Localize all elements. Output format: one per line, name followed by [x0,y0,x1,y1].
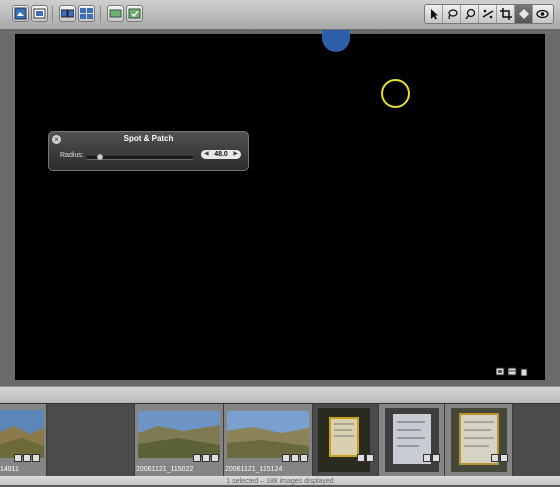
trash-badge-icon [520,368,528,376]
thumbnail-caption: 20061121_115022 [136,466,194,473]
view-button[interactable] [12,5,29,22]
loupe-icon [128,8,141,19]
filmstrip-gap [513,404,560,476]
crop-icon [500,8,512,20]
thumbnail[interactable] [227,411,309,458]
radius-value-field[interactable]: ◀ 48.0 ▶ [201,150,241,159]
slider-knob[interactable] [97,154,103,160]
select-tool[interactable] [425,5,443,23]
crop-tool[interactable] [497,5,515,23]
adjustments-badge-icon [496,367,505,376]
filmstrip[interactable]: 14911 20061121_115022 20061121_115124 [0,403,560,477]
thumbnail-caption: 14911 [0,466,19,473]
lasso-tool[interactable] [443,5,461,23]
radius-value: 48.0 [214,151,228,158]
filmstrip-cell[interactable]: 20061121_115022 [135,404,224,476]
thumbnail[interactable] [0,410,44,458]
thumbnail-caption: 20061121_115124 [225,466,283,473]
filmstrip-icon [109,9,122,18]
version-badge-icon [508,367,517,376]
eye-tool[interactable] [533,5,553,23]
fullscreen-icon [33,8,46,19]
fullscreen-button[interactable] [31,5,48,22]
image-viewer[interactable]: × Spot & Patch Radius: ◀ 48.0 ▶ [15,30,545,380]
straighten-tool[interactable] [479,5,497,23]
multi-view-button[interactable] [78,5,95,22]
eye-icon [536,9,549,19]
tool-palette [424,4,554,24]
patch-tool[interactable] [461,5,479,23]
decrement-arrow-icon[interactable]: ◀ [204,150,209,159]
viewer-badges [496,367,529,376]
filmstrip-button[interactable] [107,5,124,22]
patch-icon [465,8,476,20]
main-toolbar [0,0,560,30]
view-icon [14,7,27,20]
filmstrip-cell[interactable]: 20061121_115124 [224,404,313,476]
select-arrow-icon [431,9,438,20]
radius-label: Radius: [60,152,84,159]
stamp-tool[interactable] [515,5,533,23]
radius-slider[interactable] [87,154,193,160]
filmstrip-gap [47,404,135,476]
loupe-button[interactable] [126,5,143,22]
split-view-icon [61,9,74,18]
spot-patch-panel: × Spot & Patch Radius: ◀ 48.0 ▶ [48,131,249,171]
filmstrip-cell[interactable]: 14911 [0,404,47,476]
filmstrip-cell[interactable] [445,404,513,476]
thumbnail[interactable] [138,411,220,458]
viewer-filmstrip-divider[interactable] [0,386,560,404]
multi-view-icon [80,8,93,19]
thumbnail[interactable] [318,408,370,472]
status-bar: 1 selected – 188 images displayed [0,476,560,485]
panel-title: Spot & Patch [123,134,174,143]
spot-source-marker[interactable] [322,30,350,52]
thumbnail[interactable] [451,408,507,472]
split-view-button[interactable] [59,5,76,22]
thumbnail[interactable] [385,408,439,472]
lasso-icon [448,9,458,20]
straighten-icon [482,9,494,19]
stamp-icon [519,9,529,19]
spot-target-brush[interactable] [381,79,410,108]
filmstrip-cell[interactable] [379,404,445,476]
filmstrip-cell[interactable] [313,404,379,476]
increment-arrow-icon[interactable]: ▶ [233,150,238,159]
